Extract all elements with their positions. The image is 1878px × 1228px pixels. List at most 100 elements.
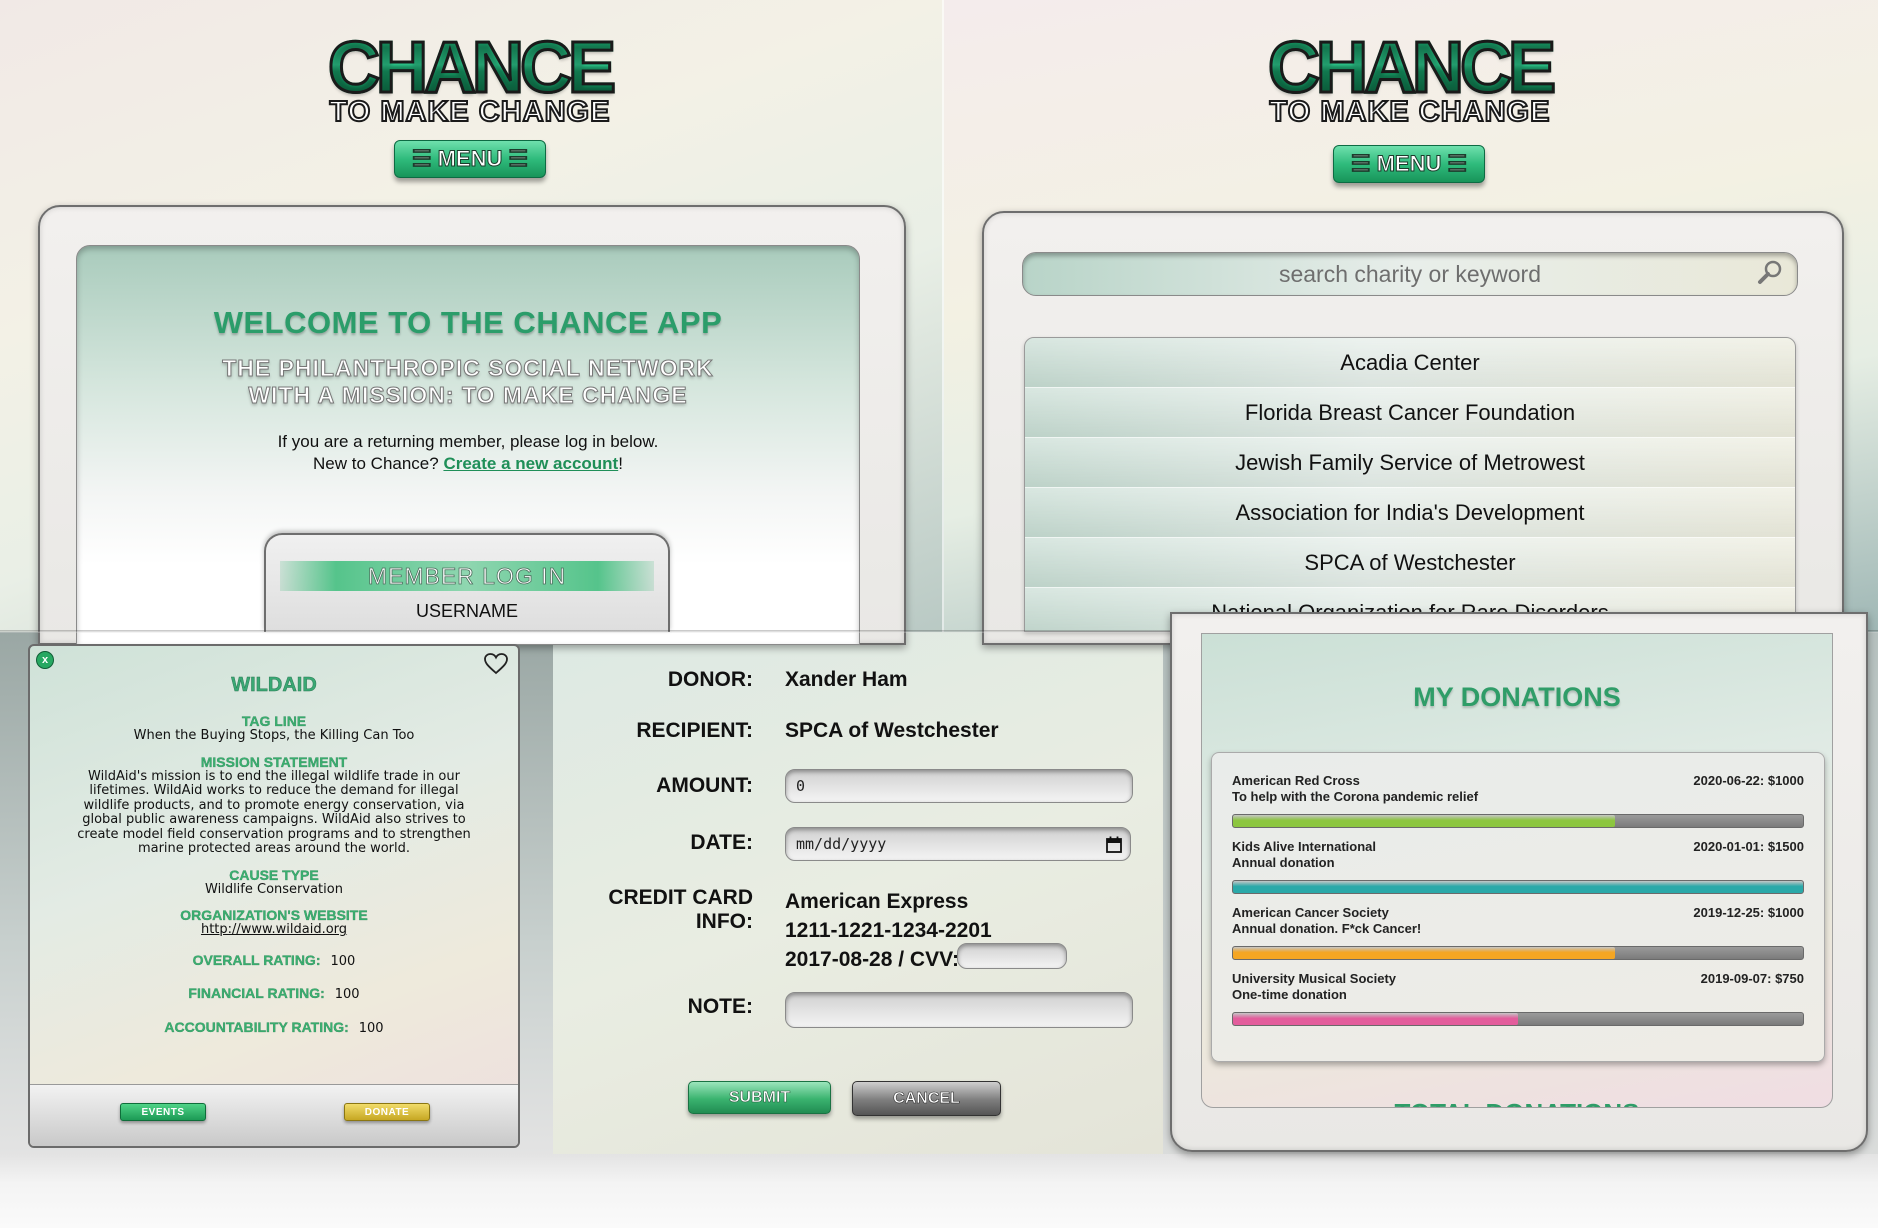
menu-button[interactable]: ☰ MENU ☰ <box>1333 145 1485 183</box>
mission-line: global public awareness campaigns. WildA… <box>82 812 466 827</box>
charity-result-item[interactable]: Acadia Center <box>1025 338 1795 388</box>
overall-rating: OVERALL RATING: 100 <box>30 951 518 970</box>
donation-progress-fill <box>1233 1013 1518 1025</box>
hamburger-icon: ☰ <box>1350 151 1371 177</box>
create-account-link[interactable]: Create a new account <box>443 454 618 473</box>
hamburger-icon: ☰ <box>411 146 432 172</box>
my-donations-title: MY DONATIONS <box>1413 682 1621 712</box>
note-input[interactable] <box>785 992 1133 1028</box>
logo-tagline: TO MAKE CHANGE <box>329 96 611 128</box>
donation-date-amount: 2019-12-25: $1000 <box>1693 905 1804 920</box>
new-member-text: New to Chance? Create a new account! <box>77 453 859 475</box>
events-button[interactable]: EVENTS <box>120 1103 206 1121</box>
username-label: USERNAME <box>415 601 518 621</box>
menu-label: MENU <box>437 146 503 172</box>
mission-label: MISSION STATEMENT <box>200 753 348 770</box>
charity-card-footer: EVENTS DONATE <box>30 1084 518 1146</box>
donation-progress-track <box>1232 880 1804 894</box>
mission-line: WildAid's mission is to end the illegal … <box>88 768 460 784</box>
donation-date-amount: 2019-09-07: $750 <box>1700 971 1804 986</box>
date-placeholder: mm/dd/yyyy <box>796 835 887 853</box>
donation-progress-fill <box>1233 947 1615 959</box>
donation-row[interactable]: American Red Cross To help with the Coron… <box>1232 773 1804 837</box>
logo-title: CHANCE <box>1250 31 1570 106</box>
new-member-prefix: New to Chance? <box>313 454 444 473</box>
returning-member-text: If you are a returning member, please lo… <box>277 432 659 451</box>
logo-title: CHANCE <box>310 31 630 106</box>
bottom-strip <box>0 1154 1878 1228</box>
recipient-label: RECIPIENT: <box>636 719 753 742</box>
cause-label: CAUSE TYPE <box>229 866 319 883</box>
charity-result-item[interactable]: SPCA of Westchester <box>1025 538 1795 588</box>
close-button[interactable]: x <box>36 651 54 669</box>
welcome-instructions: If you are a returning member, please lo… <box>77 431 859 475</box>
date-input[interactable]: mm/dd/yyyy <box>785 827 1131 861</box>
donation-progress-track <box>1232 814 1804 828</box>
charity-result-item[interactable]: Jewish Family Service of Metrowest <box>1025 438 1795 488</box>
donation-progress-fill <box>1233 881 1803 893</box>
cancel-button[interactable]: CANCEL <box>852 1081 1001 1116</box>
donor-value: Xander Ham <box>785 668 908 691</box>
note-label: NOTE: <box>687 995 753 1018</box>
donation-progress-fill <box>1233 815 1615 827</box>
charity-result-item[interactable]: Association for India's Development <box>1025 488 1795 538</box>
donation-note: To help with the Corona pandemic relief <box>1232 789 1479 804</box>
website-label: ORGANIZATION'S WEBSITE <box>180 907 368 923</box>
date-label: DATE: <box>690 831 753 854</box>
cvv-input[interactable] <box>957 943 1067 969</box>
login-title: MEMBER LOG IN <box>280 561 654 591</box>
menu-label: MENU <box>1376 151 1442 177</box>
submit-button[interactable]: SUBMIT <box>688 1081 831 1114</box>
accountability-rating-value: 100 <box>358 1020 384 1036</box>
charity-result-item[interactable]: Florida Breast Cancer Foundation <box>1025 388 1795 438</box>
amount-label: AMOUNT: <box>656 774 753 797</box>
tagline-label: TAG LINE <box>241 713 307 729</box>
mission-line: lifetimes. WildAid works to reduce the d… <box>89 783 459 798</box>
hamburger-icon: ☰ <box>508 146 529 172</box>
credit-card-label: CREDIT CARD INFO: <box>608 886 753 933</box>
menu-button[interactable]: ☰ MENU ☰ <box>394 140 546 178</box>
website-link[interactable]: http://www.wildaid.org <box>30 922 518 938</box>
overall-rating-label: OVERALL RATING: <box>192 951 321 968</box>
donate-button[interactable]: DONATE <box>344 1103 430 1121</box>
card-type: American Express <box>785 890 969 913</box>
accountability-rating-label: ACCOUNTABILITY RATING: <box>164 1018 349 1035</box>
chance-logo: CHANCE TO MAKE CHANGE <box>1250 31 1570 128</box>
total-donations-title: TOTAL DONATIONS <box>1202 1098 1832 1107</box>
amount-input[interactable]: 0 <box>785 769 1133 803</box>
logo-tagline: TO MAKE CHANGE <box>1269 96 1551 128</box>
donations-list-card: American Red Cross To help with the Coron… <box>1211 752 1825 1062</box>
welcome-subtitle-line: THE PHILANTHROPIC SOCIAL NETWORK <box>222 355 714 382</box>
hamburger-icon: ☰ <box>1447 151 1468 177</box>
search-placeholder: search charity or keyword <box>1278 260 1542 287</box>
charity-results-list: Acadia Center Florida Breast Cancer Foun… <box>1024 337 1796 632</box>
charity-detail-content: WILDAID TAG LINE When the Buying Stops, … <box>30 674 518 1036</box>
charity-name: WILDAID <box>231 674 317 697</box>
search-icon[interactable] <box>1757 259 1783 285</box>
donation-date-amount: 2020-06-22: $1000 <box>1693 773 1804 788</box>
mission-text: WildAid's mission is to end the illegal … <box>30 768 518 857</box>
charity-detail-card: x WILDAID TAG LINE When the Buying Stops… <box>28 644 520 1148</box>
donor-label: DONOR: <box>667 668 753 691</box>
chance-logo: CHANCE TO MAKE CHANGE <box>310 31 630 128</box>
mission-line: create model field conservation programs… <box>77 826 471 842</box>
new-member-suffix: ! <box>618 454 623 473</box>
financial-rating-label: FINANCIAL RATING: <box>188 985 325 1001</box>
search-input[interactable]: search charity or keyword <box>1022 252 1798 296</box>
donation-note: One-time donation <box>1232 987 1347 1002</box>
accountability-rating: ACCOUNTABILITY RATING: 100 <box>30 1018 518 1037</box>
donation-progress-track <box>1232 1012 1804 1026</box>
donation-row[interactable]: Kids Alive International Annual donation 2… <box>1232 839 1804 903</box>
donation-row[interactable]: University Musical Society One-time donat… <box>1232 971 1804 1035</box>
welcome-subtitle: THE PHILANTHROPIC SOCIAL NETWORK WITH A … <box>77 355 859 409</box>
mission-line: wildlife products, and to promote energy… <box>83 797 465 813</box>
heart-icon[interactable] <box>484 653 508 675</box>
card-number: 1211-1221-1234-2201 <box>785 919 992 942</box>
member-login-box: MEMBER LOG IN USERNAME <box>264 533 670 632</box>
donation-row[interactable]: American Cancer Society Annual donation. … <box>1232 905 1804 969</box>
close-icon: x <box>41 654 49 666</box>
overall-rating-value: 100 <box>330 953 356 969</box>
welcome-title: WELCOME TO THE CHANCE APP <box>213 305 723 340</box>
calendar-icon[interactable] <box>1106 836 1122 853</box>
recipient-value: SPCA of Westchester <box>785 719 999 742</box>
